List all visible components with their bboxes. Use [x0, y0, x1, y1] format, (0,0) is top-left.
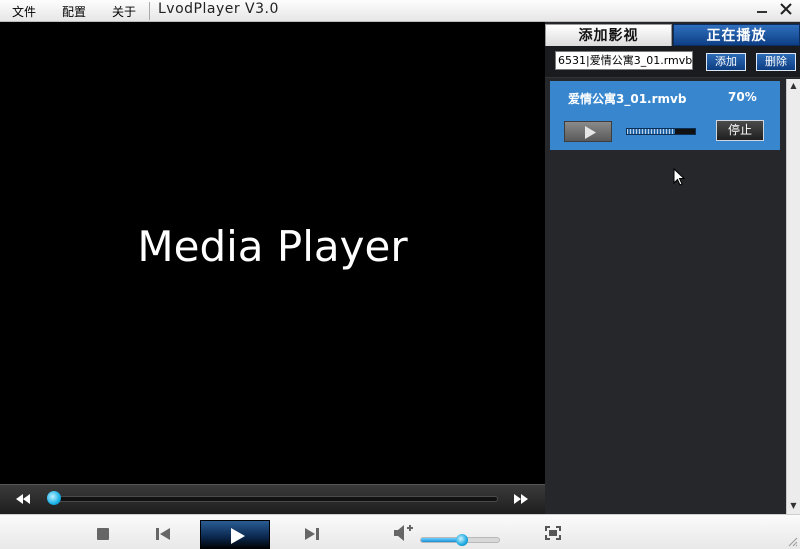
seek-thumb[interactable] [46, 491, 61, 505]
play-icon [231, 528, 245, 544]
resize-grip-icon[interactable] [786, 535, 798, 549]
control-bar [0, 514, 800, 549]
fast-forward-icon [514, 494, 528, 504]
stop-icon [97, 528, 109, 540]
fullscreen-icon [545, 526, 561, 540]
task-progress-fill [627, 129, 675, 134]
task-name: 爱情公寓3_01.rmvb [568, 92, 687, 106]
task-stop-button[interactable]: 停止 [716, 120, 764, 141]
window-title: LvodPlayer V3.0 [158, 1, 279, 17]
mouse-cursor-icon [673, 167, 686, 189]
volume-button[interactable] [393, 524, 415, 545]
task-play-button[interactable] [564, 121, 612, 142]
close-button[interactable] [776, 2, 796, 20]
previous-icon [156, 528, 170, 540]
fast-forward-button[interactable] [512, 491, 530, 507]
playlist-scrollbar[interactable]: ▲ ▼ [786, 79, 800, 514]
volume-thumb[interactable] [455, 534, 468, 546]
seek-track[interactable] [48, 496, 498, 502]
scroll-up-icon[interactable]: ▲ [789, 81, 798, 90]
task-progress-bar [626, 128, 696, 135]
previous-button[interactable] [155, 527, 171, 544]
menu-config[interactable]: 配置 [62, 3, 86, 20]
delete-button[interactable]: 删除 [756, 53, 796, 71]
menu-file[interactable]: 文件 [12, 3, 36, 20]
add-button[interactable]: 添加 [706, 53, 746, 71]
next-icon [305, 528, 319, 540]
task-percent: 70% [728, 90, 757, 104]
video-logo-text: Media Player [137, 222, 408, 271]
speaker-icon [394, 525, 413, 541]
rewind-button[interactable] [14, 491, 32, 507]
tab-now-playing[interactable]: 正在播放 [673, 24, 800, 46]
close-icon [780, 3, 792, 15]
play-icon [585, 126, 596, 139]
menu-about[interactable]: 关于 [112, 3, 136, 20]
rewind-icon [16, 494, 30, 504]
next-button[interactable] [304, 527, 320, 544]
minimize-icon [757, 11, 767, 13]
url-row: 6531|爱情公寓3_01.rmvb| 添加 删除 [545, 46, 800, 78]
video-area[interactable]: Media Player [0, 22, 545, 484]
task-list: 爱情公寓3_01.rmvb 70% 停止 [545, 79, 786, 514]
scroll-down-icon[interactable]: ▼ [789, 501, 798, 510]
play-button[interactable] [200, 520, 270, 549]
playlist-panel: 添加影视 正在播放 6531|爱情公寓3_01.rmvb| 添加 删除 爱情公寓… [545, 22, 800, 514]
title-separator [149, 2, 150, 20]
seek-bar [0, 484, 545, 514]
list-item[interactable]: 爱情公寓3_01.rmvb 70% 停止 [550, 81, 780, 150]
stop-button[interactable] [96, 527, 110, 544]
url-input[interactable]: 6531|爱情公寓3_01.rmvb| [555, 51, 693, 70]
title-bar: 文件 配置 关于 LvodPlayer V3.0 [0, 0, 800, 22]
tab-add-video[interactable]: 添加影视 [545, 24, 672, 46]
minimize-button[interactable] [752, 2, 772, 20]
fullscreen-button[interactable] [545, 526, 561, 543]
